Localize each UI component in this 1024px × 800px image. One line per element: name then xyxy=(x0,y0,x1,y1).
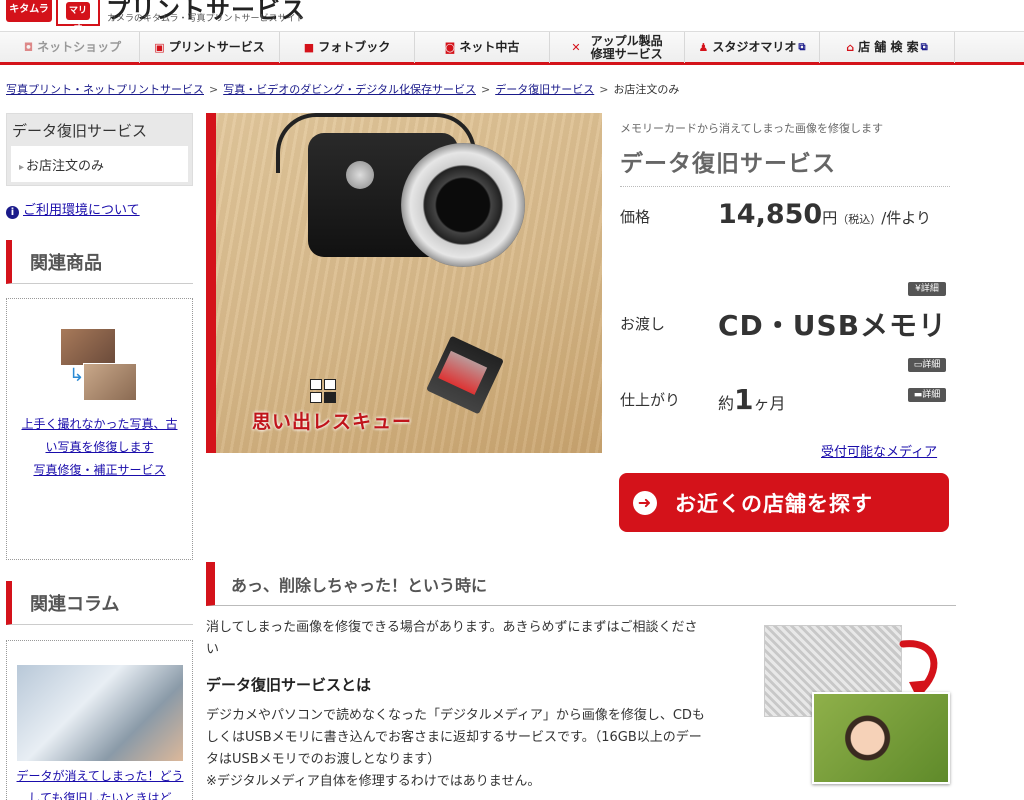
usage-environment-link[interactable]: i ご利用環境について xyxy=(6,199,140,219)
book-icon: ■ xyxy=(303,41,315,54)
related-column-heading: 関連コラム xyxy=(6,581,193,625)
price-unit: 円 xyxy=(822,209,838,227)
sidebar-item-store-order[interactable]: ▸ お店注文のみ xyxy=(11,146,188,182)
product-catchphrase: メモリーカードから消えてしまった画像を修復します xyxy=(620,122,884,135)
delivery-label: お渡し xyxy=(620,315,666,333)
rescue-logo-icon xyxy=(310,379,338,405)
nav-label: ネット中古 xyxy=(459,40,520,54)
product-title: データ復旧サービス xyxy=(620,151,836,177)
divider xyxy=(620,186,950,187)
sidebar-category-title[interactable]: データ復旧サービス xyxy=(12,120,147,141)
nav-item-store-search[interactable]: ⌂ 店 舗 検 索 ⧉ xyxy=(820,32,955,63)
nav-label: 店 舗 検 索 xyxy=(858,40,919,54)
finish-label: 仕上がり xyxy=(620,391,681,409)
finish-value: 約1ヶ月 xyxy=(718,383,786,416)
related-column-link[interactable]: データが消えてしまった！どうしても復旧したいときはど xyxy=(15,765,185,800)
related-products-card: ↳ 上手く撮れなかった写真、古い写真を修復します 写真修復・補正サービス xyxy=(6,298,193,560)
related-product-link-repair[interactable]: 上手く撮れなかった写真、古い写真を修復します xyxy=(17,413,182,459)
find-store-button[interactable]: ➜ お近くの店舗を探す xyxy=(619,473,949,532)
chevron-right-icon: ▸ xyxy=(19,162,25,173)
external-link-icon: ⧉ xyxy=(798,42,806,53)
delivery-detail-button[interactable]: ▭詳細 xyxy=(908,358,946,372)
detail-label: 詳細 xyxy=(922,390,941,400)
price-tax: （税込） xyxy=(837,213,882,226)
finish-prefix: 約 xyxy=(718,394,735,413)
site-header: キタムラ マリオ プリントサービス カメラのキタムラ・写真プリントサービスサイト xyxy=(0,0,1024,34)
find-store-label: お近くの店舗を探す xyxy=(675,491,873,516)
nav-label-group: アップル製品 修理サービス xyxy=(590,33,663,61)
detail-label: 詳細 xyxy=(922,360,941,370)
sidebar-item-label: お店注文のみ xyxy=(26,159,105,174)
breadcrumb-separator: > xyxy=(481,83,491,96)
finish-detail-button[interactable]: ▬詳細 xyxy=(908,388,946,402)
used-camera-icon: ◙ xyxy=(444,41,456,54)
before-photo-thumb[interactable] xyxy=(61,329,115,365)
info-icon: i xyxy=(6,206,19,219)
finish-unit: ヶ月 xyxy=(753,394,786,413)
price-suffix: /件より xyxy=(881,209,931,227)
print-icon: ▣ xyxy=(154,41,165,54)
blue-arrow-icon: ↳ xyxy=(69,365,85,386)
disc-icon: ▭ xyxy=(913,360,923,370)
nav-item-apple-repair[interactable]: ✕ アップル製品 修理サービス xyxy=(550,32,685,63)
breadcrumb-link-dubbing[interactable]: 写真・ビデオのダビング・デジタル化保存サービス xyxy=(223,83,476,96)
price-value: 14,850円（税込）/件より xyxy=(718,198,950,237)
nav-item-studio-mario[interactable]: ♟ スタジオマリオ ⧉ xyxy=(685,32,820,63)
rescue-title: 思い出レスキュー xyxy=(252,411,413,433)
camera-dial xyxy=(346,161,374,189)
external-link-icon: ⧉ xyxy=(920,42,928,53)
global-nav: ◘ ネットショップ ▣ プリントサービス ■ フォトブック ◙ ネット中古 ✕ … xyxy=(0,31,1024,65)
arrow-right-icon: ➜ xyxy=(633,490,657,515)
related-products-heading: 関連商品 xyxy=(6,240,193,284)
related-column-card: データが消えてしまった！どうしても復旧したいときはど xyxy=(6,640,193,800)
kitamura-logo[interactable]: キタムラ xyxy=(6,0,52,22)
nav-label: ネットショップ xyxy=(37,40,122,54)
column-photo[interactable] xyxy=(17,665,183,761)
after-photo-thumb[interactable] xyxy=(83,363,137,401)
nav-item-print[interactable]: ▣ プリントサービス xyxy=(140,32,280,63)
breadcrumb-current: お店注文のみ xyxy=(613,83,680,96)
mario-logo[interactable]: マリオ xyxy=(56,0,100,34)
nav-label-line1: アップル製品 xyxy=(590,33,663,48)
sidebar-category-box: データ復旧サービス ▸ お店注文のみ xyxy=(6,113,193,186)
related-product-link-correction[interactable]: 写真修復・補正サービス xyxy=(17,459,182,482)
price-detail-button[interactable]: ¥詳細 xyxy=(908,282,946,296)
service-subheading: データ復旧サービスとは xyxy=(206,676,372,694)
usage-environment-text[interactable]: ご利用環境について xyxy=(23,203,140,218)
breadcrumb-separator: > xyxy=(599,83,609,96)
site-subtitle: カメラのキタムラ・写真プリントサービスサイト xyxy=(107,14,305,24)
nav-label: プリントサービス xyxy=(168,40,265,54)
camera-icon: ◘ xyxy=(23,41,34,54)
supported-media-link[interactable]: 受付可能なメディア xyxy=(821,441,937,460)
camera-lens xyxy=(401,143,525,267)
finish-number: 1 xyxy=(734,383,754,416)
nav-label-line2: 修理サービス xyxy=(590,46,663,61)
intro-text: 消してしまった画像を修復できる場合があります。あきらめずにまずはご相談ください xyxy=(206,620,698,657)
price-number: 14,850 xyxy=(718,199,823,230)
service-note: ※デジタルメディア自体を修理するわけではありません。 xyxy=(206,774,541,789)
home-icon: ⌂ xyxy=(846,41,855,54)
nav-item-netshop[interactable]: ◘ ネットショップ xyxy=(6,32,140,63)
service-description: デジカメやパソコンで読めなくなった「デジタルメディア」から画像を修復し、CDもし… xyxy=(206,708,705,767)
nav-item-photobook[interactable]: ■ フォトブック xyxy=(280,32,415,63)
nav-label: フォトブック xyxy=(318,40,391,54)
breadcrumb-link-print[interactable]: 写真プリント・ネットプリントサービス xyxy=(6,83,204,96)
sd-card-label xyxy=(438,350,488,395)
breadcrumb-link-data-recovery[interactable]: データ復旧サービス xyxy=(495,83,594,96)
restored-photo-image xyxy=(812,692,950,784)
mario-logo-mark: マリオ xyxy=(66,2,90,34)
hero-image: 思い出レスキュー xyxy=(206,113,602,453)
breadcrumb: 写真プリント・ネットプリントサービス > 写真・ビデオのダビング・デジタル化保存サー… xyxy=(6,81,679,97)
person-icon: ♟ xyxy=(698,41,709,54)
breadcrumb-separator: > xyxy=(209,83,219,96)
truck-icon: ▬ xyxy=(913,390,923,400)
wrench-icon: ✕ xyxy=(571,41,581,54)
nav-item-used[interactable]: ◙ ネット中古 xyxy=(415,32,550,63)
section-heading: あっ、削除しちゃった！という時に xyxy=(206,562,956,606)
delivery-value: CD・USBメモリ xyxy=(718,309,948,342)
nav-label: スタジオマリオ xyxy=(712,40,797,54)
price-label: 価格 xyxy=(620,208,651,226)
